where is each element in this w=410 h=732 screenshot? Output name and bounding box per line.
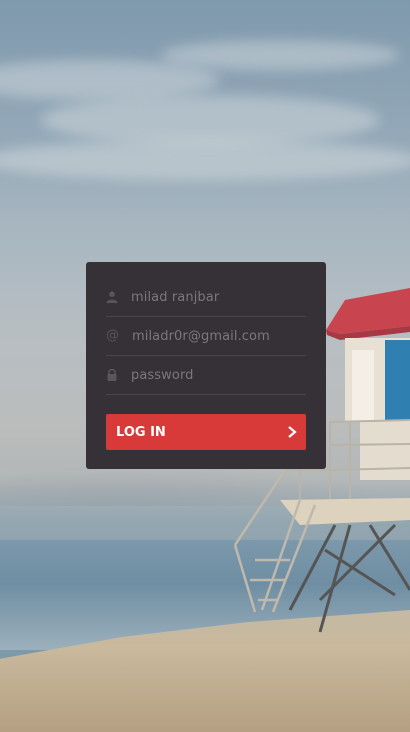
- at-icon: @: [106, 328, 119, 343]
- password-placeholder: password: [131, 368, 194, 383]
- chevron-right-icon: [288, 426, 297, 438]
- login-button[interactable]: LOG IN: [106, 414, 306, 450]
- lock-icon: [107, 369, 117, 381]
- email-field[interactable]: @ miladr0r@gmail.com: [106, 317, 306, 356]
- email-value: miladr0r@gmail.com: [132, 329, 270, 344]
- password-field[interactable]: password: [106, 356, 306, 395]
- name-field[interactable]: milad ranjbar: [106, 278, 306, 317]
- login-panel: milad ranjbar @ miladr0r@gmail.com passw…: [86, 262, 326, 469]
- login-button-label: LOG IN: [116, 425, 166, 440]
- user-icon: [106, 291, 118, 303]
- name-value: milad ranjbar: [131, 290, 220, 305]
